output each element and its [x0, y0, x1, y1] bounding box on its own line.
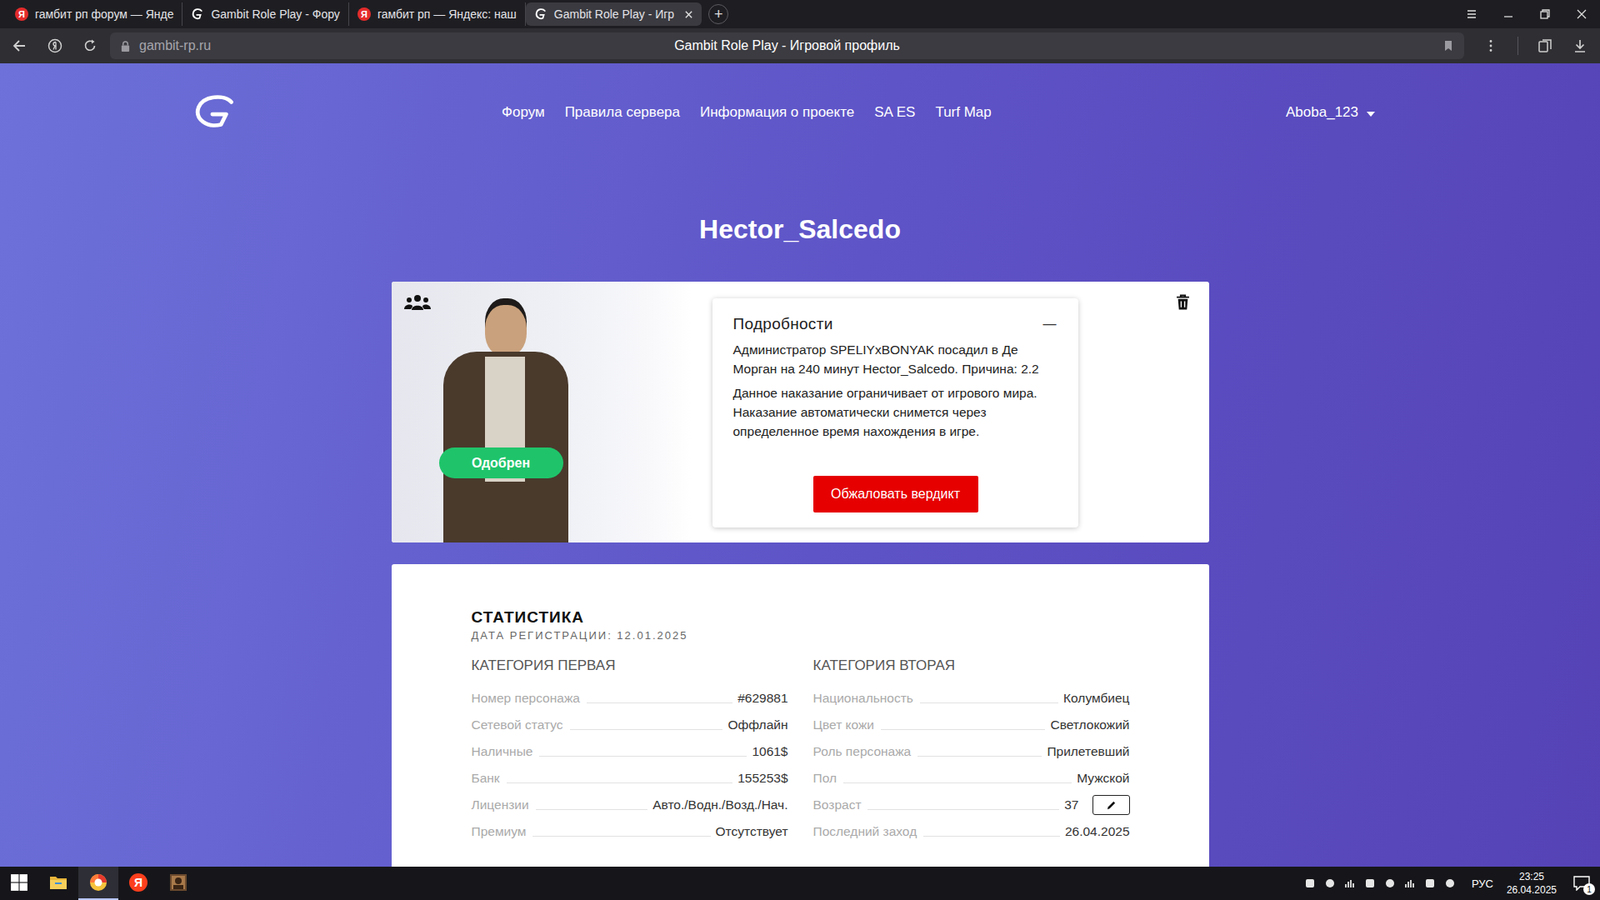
lock-icon: [120, 40, 131, 53]
category-title: КАТЕГОРИЯ ВТОРАЯ: [813, 656, 1130, 675]
stats-category: КАТЕГОРИЯ ВТОРАЯ НациональностьКолумбиецЦ…: [813, 656, 1130, 845]
tray-app-icon[interactable]: [1383, 876, 1397, 890]
windows-start-icon: [10, 873, 29, 892]
system-tray: РУС 23:2526.04.2025 1: [1303, 870, 1600, 897]
browser-tab[interactable]: Ягамбит рп форум — Янде: [6, 2, 183, 26]
tray-app-icon[interactable]: [1443, 876, 1457, 890]
statistics-title: СТАТИСТИКА: [471, 607, 1130, 628]
restore-icon[interactable]: [1538, 7, 1552, 21]
yandex-browser-icon: [89, 873, 108, 892]
browser-tab[interactable]: Gambit Role Play - Игр: [525, 2, 702, 26]
notification-count: 1: [1583, 883, 1595, 895]
taskbar-app[interactable]: Я: [118, 866, 159, 900]
gambit-logo-icon[interactable]: [191, 93, 240, 132]
stat-row: Последний заход26.04.2025: [813, 818, 1130, 845]
tray-app-icon[interactable]: [1363, 876, 1377, 890]
more-options-icon[interactable]: [1482, 37, 1500, 55]
details-text: Администратор SPELIYxBONYAK посадил в Де…: [733, 340, 1059, 379]
minimize-icon[interactable]: [1501, 7, 1515, 21]
taskbar-app[interactable]: [38, 866, 79, 900]
stat-row: Цвет кожиСветлокожий: [813, 711, 1130, 739]
reload-icon[interactable]: [81, 37, 99, 55]
pencil-icon: [1105, 800, 1117, 811]
yandex-app-icon: Я: [129, 873, 148, 892]
game-icon: [169, 873, 188, 892]
close-window-icon[interactable]: [1575, 7, 1589, 21]
gambit-favicon-icon: [534, 7, 548, 21]
download-icon[interactable]: [1571, 37, 1589, 55]
stat-row: Возраст37: [813, 791, 1130, 819]
details-panel: Подробности — Администратор SPELIYxBONYAK …: [712, 298, 1079, 528]
clock[interactable]: 23:2526.04.2025: [1506, 870, 1557, 897]
address-bar: gambit-rp.ru Gambit Role Play - Игровой п…: [0, 28, 1600, 64]
stat-row: Номер персонажа#629881: [471, 685, 789, 712]
bookmark-icon[interactable]: [1442, 39, 1455, 53]
browser-tab[interactable]: Ягамбит рп — Яндекс: наш: [349, 2, 526, 26]
taskbar-app[interactable]: [0, 866, 39, 900]
stat-row: Сетевой статусОффлайн: [471, 711, 789, 739]
stat-row: Роль персонажаПрилетевший: [813, 738, 1130, 765]
registration-date: ДАТА РЕГИСТРАЦИИ: 12.01.2025: [471, 629, 1130, 642]
user-menu[interactable]: Aboba_123: [1285, 104, 1375, 121]
tray-app-icon[interactable]: [1323, 876, 1337, 890]
yandex-home-icon[interactable]: [46, 37, 64, 55]
stat-row: Банк155253$: [471, 765, 789, 792]
taskbar: Я РУС 23:2526.04.2025 1: [0, 866, 1600, 900]
close-tab-icon[interactable]: [684, 10, 694, 20]
details-title: Подробности: [733, 315, 834, 334]
tray-app-icon[interactable]: [1423, 876, 1437, 890]
nav-link[interactable]: Форум: [501, 104, 545, 121]
new-tab-button[interactable]: +: [708, 4, 729, 25]
nav-link[interactable]: SA ES: [874, 104, 915, 121]
nav-link[interactable]: Информация о проекте: [700, 104, 855, 121]
browser-tab[interactable]: Gambit Role Play - Фору: [182, 2, 349, 26]
status-badge: Одобрен: [439, 447, 564, 479]
profile-card: Одобрен Подробности — Администратор SPELIYx…: [391, 281, 1210, 543]
input-language[interactable]: РУС: [1471, 877, 1494, 890]
stats-category: КАТЕГОРИЯ ПЕРВАЯ Номер персонажа#629881Се…: [471, 656, 789, 845]
trash-icon[interactable]: [1175, 294, 1190, 311]
tray-app-icon[interactable]: [1303, 876, 1317, 890]
gambit-favicon-icon: [190, 7, 205, 21]
stat-row: ЛицензииАвто./Водн./Возд./Нач.: [471, 791, 789, 819]
group-icon[interactable]: [404, 294, 431, 311]
stat-row: Наличные1061$: [471, 738, 789, 765]
taskbar-app[interactable]: [78, 866, 119, 900]
yandex-favicon-icon: Я: [15, 7, 29, 21]
folder-icon: [49, 873, 68, 892]
collections-icon[interactable]: [1536, 37, 1554, 55]
edit-button[interactable]: [1092, 795, 1130, 815]
menu-icon[interactable]: [1465, 7, 1479, 21]
stat-row: ПолМужской: [813, 765, 1130, 792]
yandex-favicon-icon: Я: [357, 7, 371, 21]
character-name: Hector_Salcedo: [699, 212, 901, 246]
page-title: Gambit Role Play - Игровой профиль: [674, 38, 900, 54]
tray-app-icon[interactable]: [1403, 876, 1417, 890]
web-page: Форум Правила сервера Информация о проекте…: [0, 63, 1600, 867]
tray-app-icon[interactable]: [1343, 876, 1357, 890]
screen: Ягамбит рп форум — ЯндеGambit Role Play …: [0, 0, 1600, 900]
url-field[interactable]: gambit-rp.ru Gambit Role Play - Игровой п…: [110, 32, 1465, 60]
nav-link[interactable]: Правила сервера: [565, 104, 680, 121]
stat-row: НациональностьКолумбиец: [813, 685, 1130, 712]
back-arrow-icon[interactable]: [11, 37, 29, 55]
nav-link[interactable]: Turf Map: [935, 104, 991, 121]
browser-tab-bar: Ягамбит рп форум — ЯндеGambit Role Play …: [0, 0, 1600, 29]
statistics-card: СТАТИСТИКАДАТА РЕГИСТРАЦИИ: 12.01.2025 КА…: [391, 564, 1210, 867]
appeal-button[interactable]: Обжаловать вердикт: [813, 475, 979, 513]
collapse-button[interactable]: —: [1043, 316, 1059, 332]
site-nav: Форум Правила сервера Информация о проекте…: [501, 104, 992, 121]
url-text: gambit-rp.ru: [139, 38, 211, 54]
category-title: КАТЕГОРИЯ ПЕРВАЯ: [471, 656, 789, 675]
site-header: Форум Правила сервера Информация о проекте…: [191, 91, 1409, 134]
taskbar-app[interactable]: [158, 866, 199, 900]
details-text: Данное наказание ограничивает от игровог…: [733, 383, 1059, 441]
dropdown-caret-icon: [1366, 111, 1375, 117]
character-image: Одобрен: [391, 281, 692, 543]
stat-row: ПремиумОтсутствует: [471, 818, 789, 845]
notifications-button[interactable]: 1: [1570, 871, 1594, 895]
